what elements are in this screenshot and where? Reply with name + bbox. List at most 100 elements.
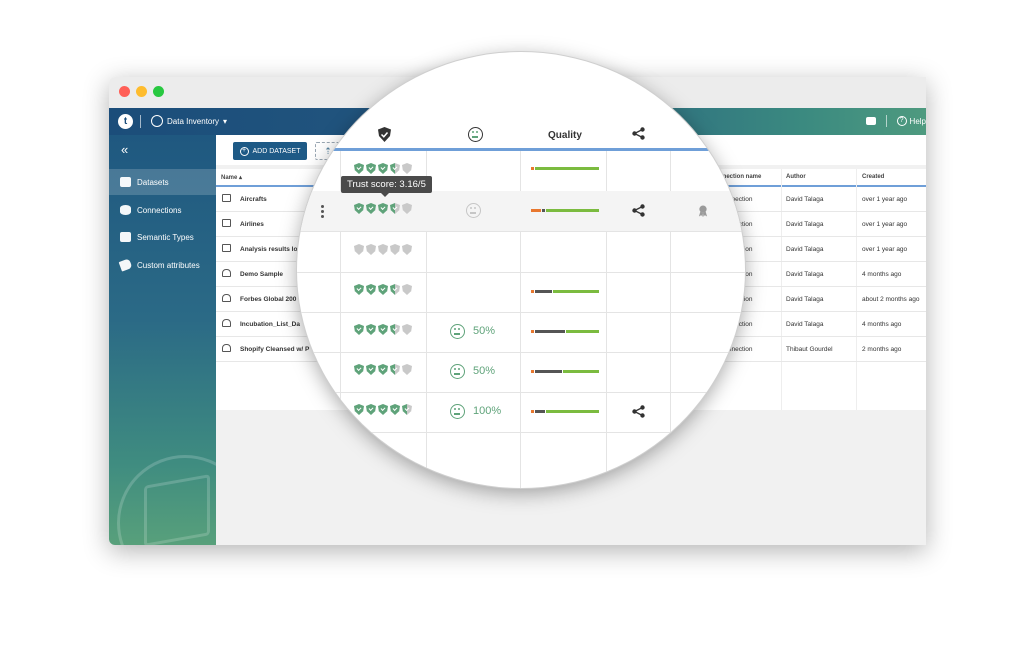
trust-shield-icon xyxy=(402,284,412,295)
header-created[interactable]: Created xyxy=(862,174,884,180)
header-author[interactable]: Author xyxy=(786,174,806,180)
trust-shield-icon xyxy=(366,203,376,214)
trust-shield-icon xyxy=(354,284,364,295)
dataset-icon xyxy=(120,177,131,187)
quality-bar[interactable] xyxy=(531,167,599,170)
magnified-row[interactable] xyxy=(297,272,745,313)
quality-bar[interactable] xyxy=(531,209,599,212)
trust-shield-icon xyxy=(390,163,400,174)
trust-shield-icon xyxy=(390,284,400,295)
collapse-sidebar-icon[interactable]: « xyxy=(121,142,128,157)
sidebar-item-datasets[interactable]: Datasets xyxy=(109,169,216,195)
magnified-row[interactable]: 100% xyxy=(297,392,745,433)
dataset-name[interactable]: Analysis results lo xyxy=(240,246,297,253)
trust-shield-icon xyxy=(402,404,412,415)
trust-shield-icon xyxy=(354,203,364,214)
minimize-window-button[interactable] xyxy=(136,86,147,97)
rating-smiley-icon xyxy=(450,324,465,339)
preparation-icon xyxy=(222,319,231,327)
trust-score[interactable] xyxy=(354,163,412,174)
trust-shield-icon xyxy=(354,364,364,375)
close-window-button[interactable] xyxy=(119,86,130,97)
trust-score[interactable] xyxy=(354,244,412,255)
header-actions: ? Help xyxy=(865,115,926,127)
preparation-icon xyxy=(222,269,231,277)
created-date: 4 months ago xyxy=(862,271,902,278)
quality-valid-segment xyxy=(546,209,599,212)
help-icon: ? xyxy=(896,116,907,126)
header-divider xyxy=(140,115,141,128)
dataset-name[interactable]: Incubation_List_Da xyxy=(240,321,300,328)
magnified-row[interactable]: 50% xyxy=(297,352,745,393)
magnifier-lens: Quality 50% 50% 100% Trust score: 3.16/5 xyxy=(297,52,745,488)
app-logo[interactable]: t xyxy=(118,114,133,129)
quality-bar[interactable] xyxy=(531,290,599,293)
help-label: Help xyxy=(909,116,926,126)
quality-invalid-segment xyxy=(531,167,535,170)
trust-shield-icon xyxy=(378,404,388,415)
trust-shield-icon xyxy=(366,284,376,295)
trust-shield-icon xyxy=(378,127,391,142)
add-rating-icon[interactable] xyxy=(466,203,481,218)
share-icon xyxy=(632,127,645,140)
author-name: David Talaga xyxy=(786,296,824,303)
chat-icon[interactable] xyxy=(865,117,876,125)
trust-score[interactable] xyxy=(354,284,412,295)
sidebar-item-connections[interactable]: Connections xyxy=(109,197,216,223)
share-icon[interactable] xyxy=(632,405,645,418)
quality-invalid-segment xyxy=(531,290,535,293)
quality-invalid-segment xyxy=(531,330,535,333)
created-date: 2 months ago xyxy=(862,346,902,353)
author-name: David Talaga xyxy=(786,246,824,253)
author-name: David Talaga xyxy=(786,271,824,278)
created-date: over 1 year ago xyxy=(862,246,908,253)
preparation-icon xyxy=(222,344,231,352)
trust-score[interactable] xyxy=(354,324,412,335)
header-name[interactable]: Name ▴ xyxy=(221,174,242,181)
trust-shield-icon xyxy=(354,324,364,335)
trust-shield-icon xyxy=(354,244,364,255)
maximize-window-button[interactable] xyxy=(153,86,164,97)
rating-smiley-icon xyxy=(450,364,465,379)
sidebar-item-custom-attributes[interactable]: Custom attributes xyxy=(109,252,216,278)
magnified-row[interactable] xyxy=(297,191,745,232)
trust-score[interactable] xyxy=(354,203,412,214)
sidebar-item-label: Connections xyxy=(137,205,182,215)
dataset-name[interactable]: Aircrafts xyxy=(240,196,267,203)
add-dataset-label: ADD DATASET xyxy=(252,147,301,155)
certified-badge-icon[interactable] xyxy=(698,205,708,217)
trust-shield-icon xyxy=(402,163,412,174)
trust-shield-icon xyxy=(402,364,412,375)
app-switcher[interactable]: Data Inventory ▾ xyxy=(151,115,227,127)
dataset-name[interactable]: Airlines xyxy=(240,221,264,228)
help-menu[interactable]: ? Help xyxy=(896,116,926,126)
magnified-row[interactable] xyxy=(297,232,745,273)
trust-score[interactable] xyxy=(354,364,412,375)
trust-score[interactable] xyxy=(354,404,412,415)
rating-percentage: 100% xyxy=(473,405,502,417)
add-dataset-button[interactable]: + ADD DATASET xyxy=(233,142,307,160)
trust-shield-icon xyxy=(378,364,388,375)
trust-shield-icon xyxy=(402,203,412,214)
trust-shield-icon xyxy=(366,324,376,335)
globe-icon xyxy=(151,115,163,127)
created-date: about 2 months ago xyxy=(862,296,920,303)
trust-shield-icon xyxy=(378,284,388,295)
dataset-name[interactable]: Demo Sample xyxy=(240,271,283,278)
share-icon[interactable] xyxy=(632,204,645,217)
sidebar-item-label: Semantic Types xyxy=(137,232,194,242)
quality-header[interactable]: Quality xyxy=(548,130,582,141)
trust-shield-icon xyxy=(366,163,376,174)
magnified-row[interactable]: 50% xyxy=(297,312,745,353)
quality-bar[interactable] xyxy=(531,330,599,333)
semantic-type-icon xyxy=(120,232,131,242)
dataset-name[interactable]: Forbes Global 200 xyxy=(240,296,296,303)
quality-empty-segment xyxy=(535,290,552,293)
row-actions-icon[interactable] xyxy=(321,205,324,220)
sidebar-item-semantic-types[interactable]: Semantic Types xyxy=(109,224,216,250)
trust-shield-icon xyxy=(402,244,412,255)
quality-bar[interactable] xyxy=(531,410,599,413)
magnified-header: Quality xyxy=(297,114,745,150)
sidebar-item-label: Datasets xyxy=(137,177,169,187)
quality-bar[interactable] xyxy=(531,370,599,373)
